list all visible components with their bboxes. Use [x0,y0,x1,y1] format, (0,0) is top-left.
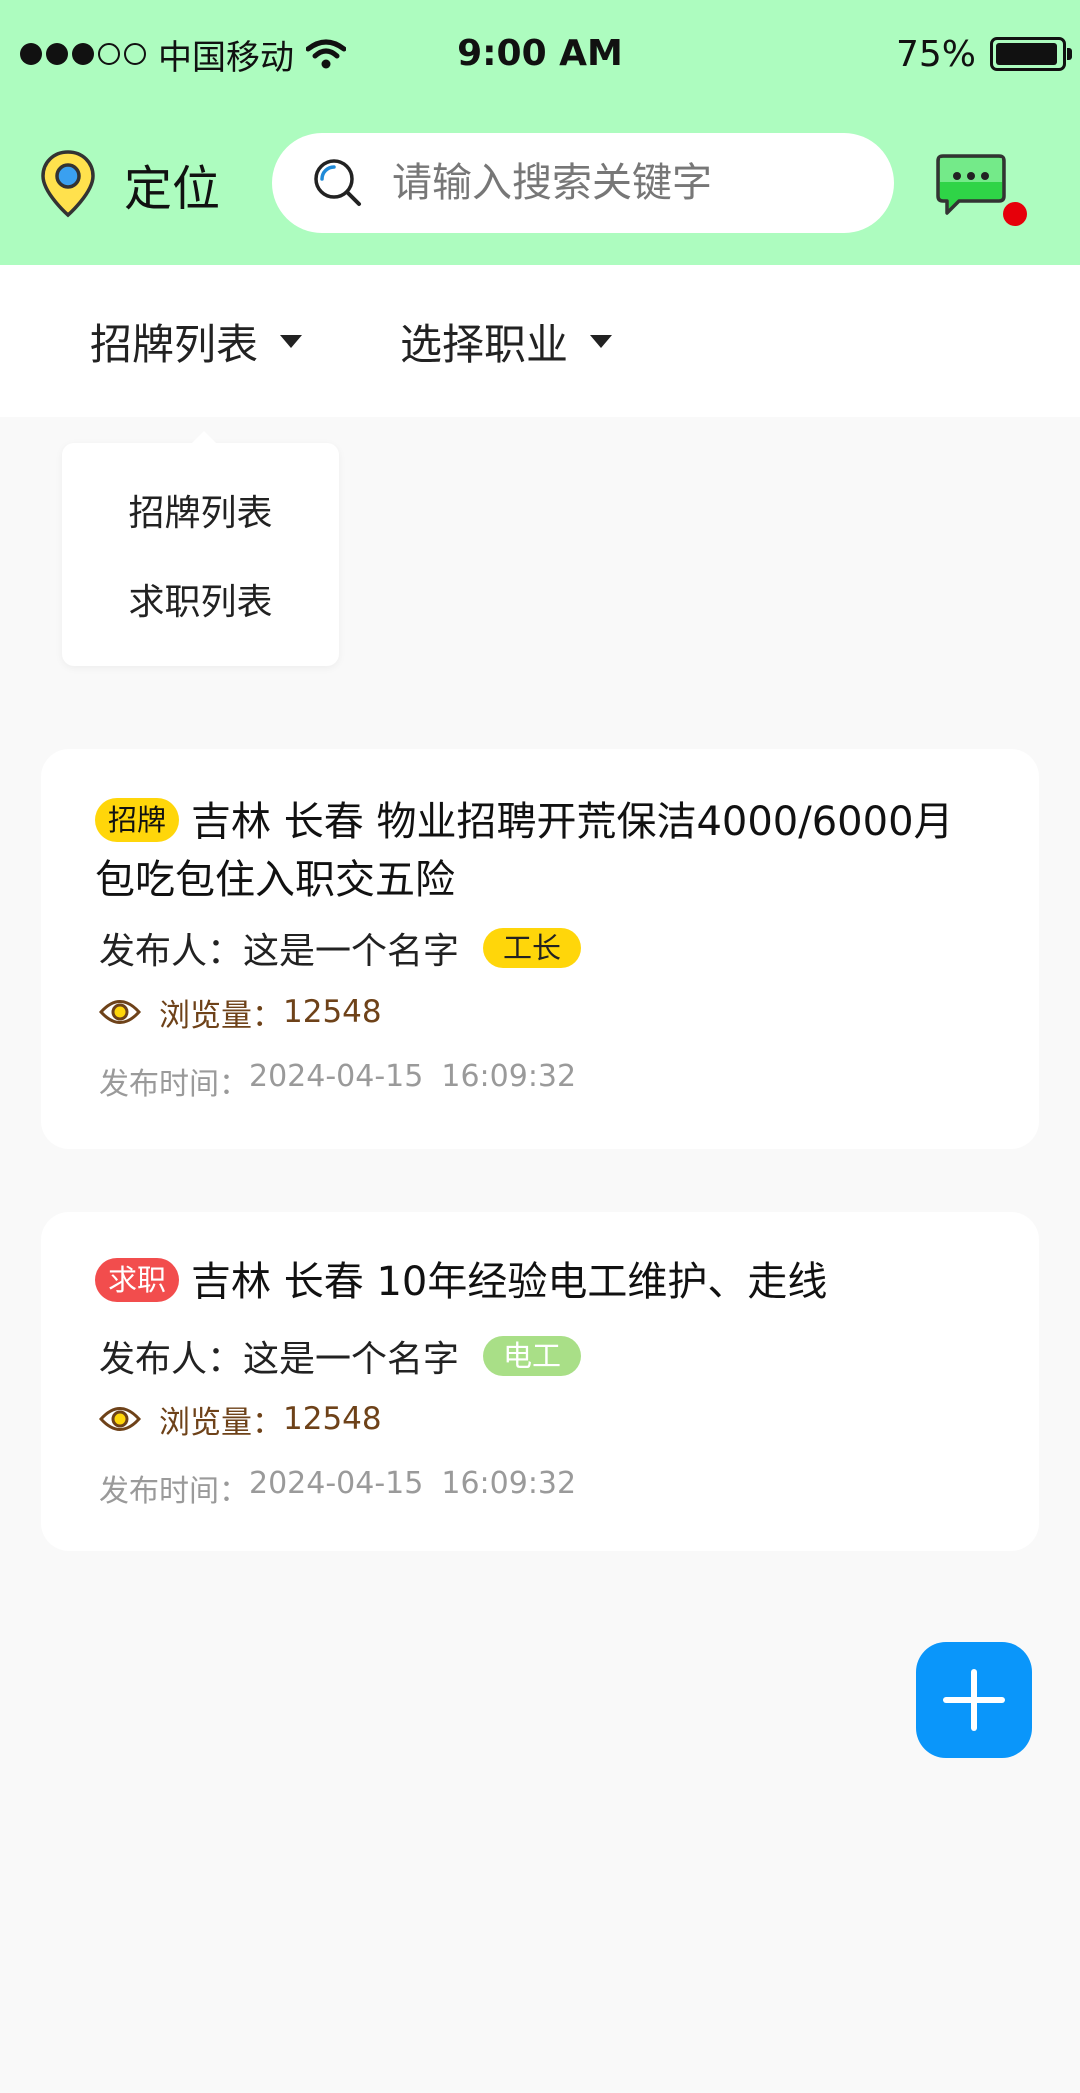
post-title-line: 求职 吉林 长春 10年经验电工维护、走线 [95,1253,989,1311]
status-right: 75% [895,30,1072,78]
post-type-tag: 招牌 [95,798,180,842]
battery-percent: 75% [895,33,976,75]
profession-label: 选择职业 [400,319,569,369]
profession-filter[interactable]: 选择职业 [400,265,613,417]
search-box[interactable] [272,133,894,233]
job-badge: 工长 [483,928,582,968]
post-card[interactable]: 求职 吉林 长春 10年经验电工维护、走线 发布人： 这是一个名字 电工 浏览量：… [41,1212,1039,1551]
caret-down-icon [280,334,303,348]
views-count: 12548 [283,994,382,1030]
eye-icon [99,1407,141,1431]
chat-bubble-icon [936,154,1006,215]
publish-date: 2024-04-15 [249,1466,424,1501]
location-label: 定位 [124,161,221,217]
search-input[interactable] [390,159,854,207]
publisher-line: 发布人： 这是一个名字 电工 [99,1331,582,1381]
list-type-label: 招牌列表 [90,319,259,369]
post-title-line: 招牌 吉林 长春 物业招聘开荒保洁4000/6000月包吃包住入职交五险 [95,793,989,909]
location-button[interactable]: 定位 [40,148,220,220]
message-button[interactable] [935,152,1027,234]
publisher-name: 这是一个名字 [243,931,460,972]
publisher-line: 发布人： 这是一个名字 工长 [99,923,582,973]
battery-icon [990,37,1072,71]
list-type-filter[interactable]: 招牌列表 [90,265,303,417]
publish-date: 2024-04-15 [249,1059,424,1094]
views-count: 12548 [283,1401,382,1437]
status-bar: 中国移动 9:00 AM 75% [0,0,1080,110]
publish-time-label: 发布时间： [99,1067,249,1102]
post-title: 吉林 长春 物业招聘开荒保洁4000/6000月包吃包住入职交五险 [95,799,954,903]
post-card[interactable]: 招牌 吉林 长春 物业招聘开荒保洁4000/6000月包吃包住入职交五险 发布人：… [41,749,1039,1149]
publisher-name: 这是一个名字 [243,1339,460,1380]
post-type-tag: 求职 [95,1258,180,1302]
list-type-dropdown: 招牌列表 求职列表 [62,431,339,666]
filter-bar: 招牌列表 选择职业 [0,265,1080,417]
publisher-label: 发布人： [99,1339,244,1380]
dropdown-item-zhaopai[interactable]: 招牌列表 [62,484,339,544]
publisher-label: 发布人： [99,931,244,972]
unread-badge [1003,202,1027,226]
publish-time-line: 发布时间： 2024-04-15 16:09:32 [99,1466,576,1510]
location-pin-icon [41,150,95,218]
views-line: 浏览量： 12548 [99,989,382,1035]
views-line: 浏览量： 12548 [99,1396,382,1442]
views-label: 浏览量： [159,1404,283,1441]
eye-icon [99,1000,141,1024]
caret-down-icon [590,334,613,348]
publish-time-label: 发布时间： [99,1474,249,1509]
search-icon [312,157,364,209]
job-badge: 电工 [483,1336,582,1376]
publish-time: 16:09:32 [441,1466,577,1501]
post-title: 吉林 长春 10年经验电工维护、走线 [191,1259,828,1305]
dropdown-item-qiuzhi[interactable]: 求职列表 [62,573,339,633]
publish-time-line: 发布时间： 2024-04-15 16:09:32 [99,1059,576,1103]
battery-fill [996,43,1057,65]
add-post-button[interactable] [916,1642,1032,1758]
app-header: 中国移动 9:00 AM 75% 定位 [0,0,1080,265]
publish-time: 16:09:32 [441,1059,577,1094]
views-label: 浏览量： [159,997,283,1034]
